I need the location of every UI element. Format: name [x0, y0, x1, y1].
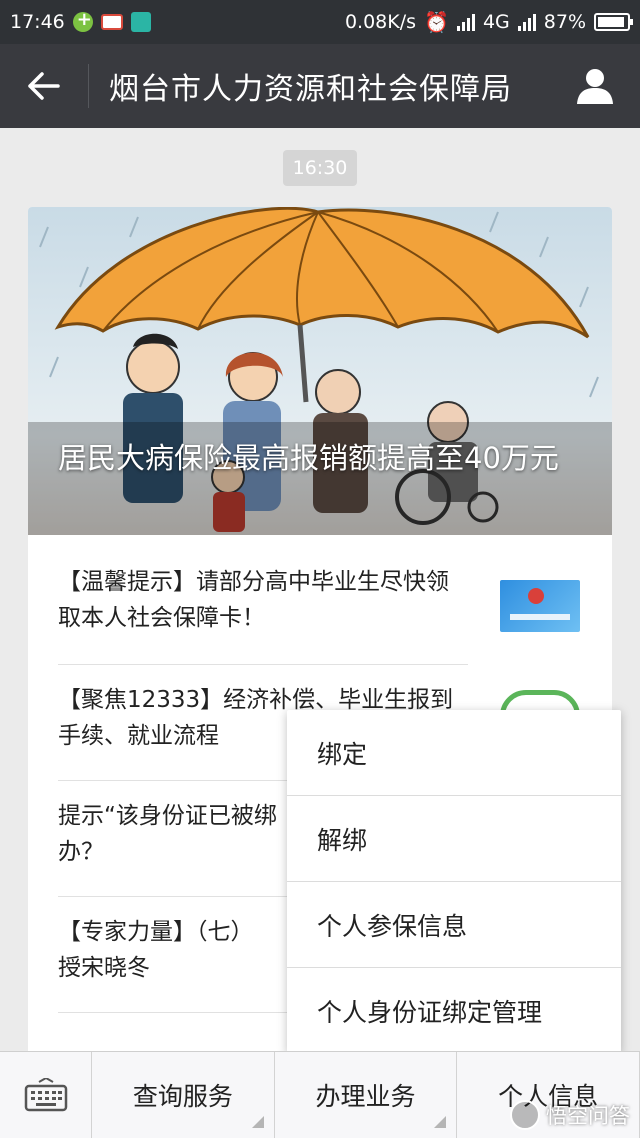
watermark-text: 悟空问答	[546, 1104, 630, 1128]
network-type: 4G	[482, 11, 510, 33]
network-speed: 0.08K/s	[344, 11, 417, 33]
article-item[interactable]: 【温馨提示】请部分高中毕业生尽快领取本人社会保障卡！	[28, 564, 612, 680]
menu-item-insurance-info[interactable]: 个人参保信息	[287, 882, 621, 968]
watermark: 悟空问答	[510, 1100, 630, 1130]
news-notification-icon	[100, 14, 123, 30]
submenu-indicator-icon	[251, 1116, 264, 1128]
article-item-title: 【温馨提示】请部分高中毕业生尽快领取本人社会保障卡！	[58, 569, 449, 631]
bottom-menu-bar: 查询服务 办理业务 个人信息 悟空问答	[0, 1051, 640, 1138]
status-bar: 17:46 0.08K/s ⏰ 4G 87%	[0, 0, 640, 44]
submenu-indicator-icon	[434, 1116, 447, 1128]
app-notification-icon	[72, 9, 93, 32]
alarm-icon: ⏰	[424, 10, 449, 34]
hero-article[interactable]: 居民大病保险最高报销额提高至40万元	[28, 207, 612, 535]
person-icon	[577, 69, 613, 104]
profile-button[interactable]	[550, 44, 640, 128]
watermark-logo-icon	[510, 1100, 540, 1130]
tab-handle-business[interactable]: 办理业务	[275, 1052, 458, 1138]
battery-icon	[594, 13, 633, 31]
battery-percent: 87%	[543, 11, 586, 33]
message-timestamp: 16:30	[283, 150, 357, 186]
signal-icon	[456, 13, 475, 31]
scan-notification-icon	[130, 12, 151, 32]
tab-query-services[interactable]: 查询服务	[92, 1052, 275, 1138]
back-button[interactable]	[0, 44, 88, 128]
arrow-left-icon	[28, 72, 60, 100]
tab-label: 办理业务	[315, 1082, 416, 1111]
menu-item-bind[interactable]: 绑定	[287, 710, 621, 796]
page-title: 烟台市人力资源和社会保障局	[109, 72, 512, 107]
umbrella-family-illustration	[28, 207, 612, 535]
keyboard-icon	[24, 1078, 67, 1112]
status-time: 17:46	[10, 11, 65, 33]
keyboard-toggle-button[interactable]	[0, 1052, 92, 1138]
social-security-card-thumbnail	[500, 580, 580, 632]
menu-item-id-card-management[interactable]: 个人身份证绑定管理	[287, 968, 621, 1054]
title-bar: 烟台市人力资源和社会保障局	[0, 44, 640, 128]
personal-info-menu: 绑定 解绑 个人参保信息 个人身份证绑定管理	[287, 710, 621, 1053]
tab-label: 查询服务	[132, 1082, 233, 1111]
signal-icon-2	[517, 13, 536, 31]
item-divider	[58, 664, 468, 665]
menu-item-unbind[interactable]: 解绑	[287, 796, 621, 882]
hero-title: 居民大病保险最高报销额提高至40万元	[58, 441, 559, 475]
